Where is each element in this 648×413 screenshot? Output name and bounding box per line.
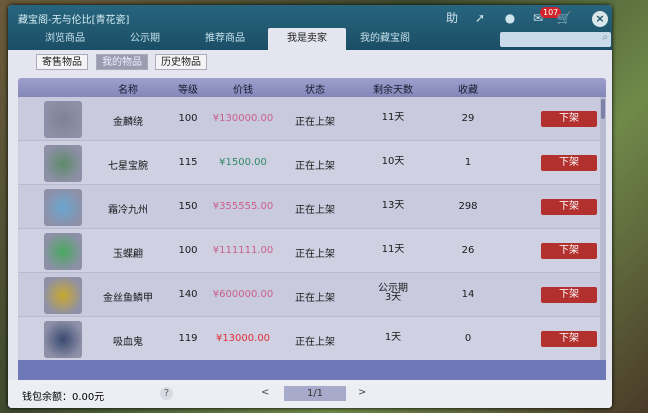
subtab-history[interactable]: 历史物品 xyxy=(155,54,207,70)
close-icon[interactable]: × xyxy=(592,11,608,27)
item-level: 140 xyxy=(178,289,198,300)
search-icon[interactable]: ⌕ xyxy=(602,32,608,43)
subtab-my-items[interactable]: 我的物品 xyxy=(96,54,148,70)
item-favorites: 29 xyxy=(461,113,475,124)
tab-recommended[interactable]: 推荐商品 xyxy=(186,28,264,50)
scrollbar-thumb[interactable] xyxy=(601,99,605,119)
col-days: 剩余天数 xyxy=(373,85,413,96)
delist-button[interactable]: 下架 xyxy=(541,199,597,215)
next-page-button[interactable]: > xyxy=(358,387,366,398)
share-icon[interactable]: ➚ xyxy=(472,10,488,26)
item-status: 正在上架 xyxy=(295,249,335,260)
item-icon[interactable] xyxy=(44,101,82,138)
treasure-pavilion-window: 藏宝阁-无与伦比[青花瓷] 助 ➚ ● ✉ 107 🛒 × 浏览商品 公示期 推… xyxy=(8,5,612,408)
scrollbar[interactable] xyxy=(600,97,606,360)
subtab-consignment[interactable]: 寄售物品 xyxy=(36,54,88,70)
item-icon[interactable] xyxy=(44,233,82,270)
col-name: 名称 xyxy=(118,85,138,96)
item-price: ¥355555.00 xyxy=(212,201,274,212)
item-level: 100 xyxy=(178,113,198,124)
cart-icon[interactable]: 🛒 xyxy=(556,10,572,26)
item-days-left: 11天 xyxy=(381,244,405,255)
delist-button[interactable]: 下架 xyxy=(541,111,597,127)
delist-button[interactable]: 下架 xyxy=(541,287,597,303)
table-row: 七星宝腕 115 ¥1500.00 正在上架 10天 1 下架 xyxy=(18,141,600,185)
table-bottom-band xyxy=(18,360,606,380)
item-days-left: 1天 xyxy=(384,332,402,343)
search-input[interactable]: ⌕ xyxy=(500,32,611,47)
item-price: ¥111111.00 xyxy=(212,245,274,256)
wallet-balance: 钱包余额：0.00元 xyxy=(22,392,105,403)
item-days-left: 11天 xyxy=(381,112,405,123)
table-row: 吸血鬼 119 ¥13000.00 正在上架 1天 0 下架 xyxy=(18,317,600,360)
table-row: 霜冷九州 150 ¥355555.00 正在上架 13天 298 下架 xyxy=(18,185,600,229)
table-row: 金麟绕 100 ¥130000.00 正在上架 11天 29 下架 xyxy=(18,97,600,141)
window-header: 藏宝阁-无与伦比[青花瓷] 助 ➚ ● ✉ 107 🛒 × 浏览商品 公示期 推… xyxy=(8,5,612,50)
item-name: 吸血鬼 xyxy=(113,337,143,348)
help-icon[interactable]: ? xyxy=(160,387,173,400)
item-name: 玉蝶翩 xyxy=(113,249,143,260)
prev-page-button[interactable]: < xyxy=(261,387,269,398)
item-name: 金麟绕 xyxy=(113,117,143,128)
item-status: 正在上架 xyxy=(295,293,335,304)
item-days-left: 13天 xyxy=(381,200,405,211)
item-status: 正在上架 xyxy=(295,161,335,172)
delist-button[interactable]: 下架 xyxy=(541,331,597,347)
table-row: 玉蝶翩 100 ¥111111.00 正在上架 11天 26 下架 xyxy=(18,229,600,273)
page-indicator: 1/1 xyxy=(284,386,346,401)
item-status: 正在上架 xyxy=(295,337,335,348)
item-level: 150 xyxy=(178,201,198,212)
col-price: 价钱 xyxy=(233,85,253,96)
delist-button[interactable]: 下架 xyxy=(541,155,597,171)
item-favorites: 298 xyxy=(458,201,478,212)
item-level: 100 xyxy=(178,245,198,256)
table-row: 金丝鱼鳞甲 140 ¥600000.00 正在上架 公示期 3天 14 下架 xyxy=(18,273,600,317)
item-status: 正在上架 xyxy=(295,205,335,216)
tab-browse[interactable]: 浏览商品 xyxy=(26,28,104,50)
item-icon[interactable] xyxy=(44,321,82,358)
item-level: 115 xyxy=(178,157,198,168)
item-favorites: 1 xyxy=(464,157,472,168)
item-price: ¥13000.00 xyxy=(215,333,271,344)
item-icon[interactable] xyxy=(44,189,82,226)
col-favorites: 收藏 xyxy=(458,85,478,96)
item-name: 七星宝腕 xyxy=(108,161,148,172)
footer: 钱包余额：0.00元 ? < 1/1 > xyxy=(8,380,612,408)
item-price: ¥1500.00 xyxy=(219,157,267,168)
item-favorites: 26 xyxy=(461,245,475,256)
tab-seller[interactable]: 我是卖家 xyxy=(268,28,346,50)
delist-button[interactable]: 下架 xyxy=(541,243,597,259)
tab-announcement[interactable]: 公示期 xyxy=(106,28,184,50)
table-header: 名称 等级 价钱 状态 剩余天数 收藏 xyxy=(18,78,606,97)
col-level: 等级 xyxy=(178,85,198,96)
item-favorites: 0 xyxy=(464,333,472,344)
item-name: 金丝鱼鳞甲 xyxy=(103,293,153,304)
item-price: ¥130000.00 xyxy=(212,113,274,124)
tab-my-pavilion[interactable]: 我的藏宝阁 xyxy=(346,28,424,50)
item-days-left: 公示期 3天 xyxy=(378,283,408,303)
item-price: ¥600000.00 xyxy=(212,289,274,300)
item-table: 吸血鬼 119 ¥13000.00 正在上架 1天 0 下架 金丝鱼鳞甲 140… xyxy=(18,97,606,360)
item-level: 119 xyxy=(178,333,198,344)
help-book-icon[interactable]: 助 xyxy=(444,10,460,26)
item-days-left: 10天 xyxy=(381,156,405,167)
item-name: 霜冷九州 xyxy=(108,205,148,216)
settings-icon[interactable]: ● xyxy=(502,10,518,26)
item-icon[interactable] xyxy=(44,145,82,182)
window-title: 藏宝阁-无与伦比[青花瓷] xyxy=(18,15,130,26)
col-status: 状态 xyxy=(305,85,325,96)
item-icon[interactable] xyxy=(44,277,82,314)
item-status: 正在上架 xyxy=(295,117,335,128)
item-favorites: 14 xyxy=(461,289,475,300)
